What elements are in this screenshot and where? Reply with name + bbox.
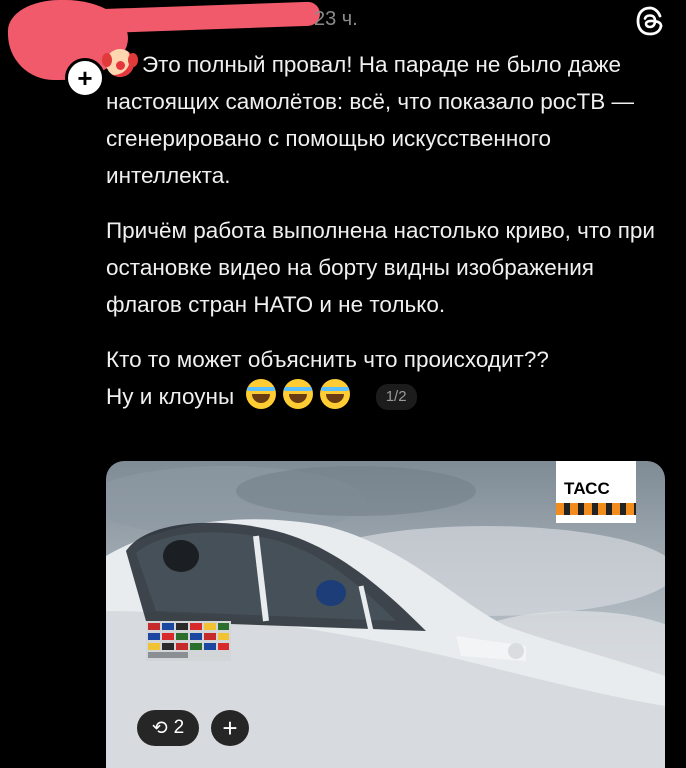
laughing-emoji-icon	[283, 379, 314, 409]
follow-button[interactable]: +	[65, 58, 105, 98]
laughing-emoji-icon	[320, 379, 351, 409]
repost-icon: ⟲	[151, 717, 168, 739]
post-timestamp: 23 ч.	[314, 8, 358, 30]
post-body: Это полный провал! На параде не было даж…	[102, 46, 676, 433]
laughing-emoji-icon	[246, 379, 277, 409]
threads-logo-icon[interactable]	[633, 4, 667, 38]
repost-count: 2	[173, 717, 185, 738]
tass-ribbon	[556, 503, 636, 515]
post-paragraph-3: Кто то может объяснить что происходит??	[106, 347, 549, 372]
post-paragraph-4: Ну и клоуны 1/2	[106, 378, 676, 415]
post-paragraph-1: Это полный провал! На параде не было даж…	[102, 46, 676, 194]
image-counter: 1/2	[375, 384, 417, 410]
post-paragraph-2: Причём работа выполнена настолько криво,…	[106, 218, 655, 317]
clown-emoji-icon	[102, 49, 138, 77]
tass-watermark: ТАСС	[556, 461, 636, 523]
post-last-line: Ну и клоуны	[106, 384, 235, 409]
add-media-button[interactable]: +	[211, 710, 249, 746]
tass-watermark-text: ТАСС	[564, 479, 610, 498]
repost-button[interactable]: ⟲ 2	[137, 710, 199, 746]
